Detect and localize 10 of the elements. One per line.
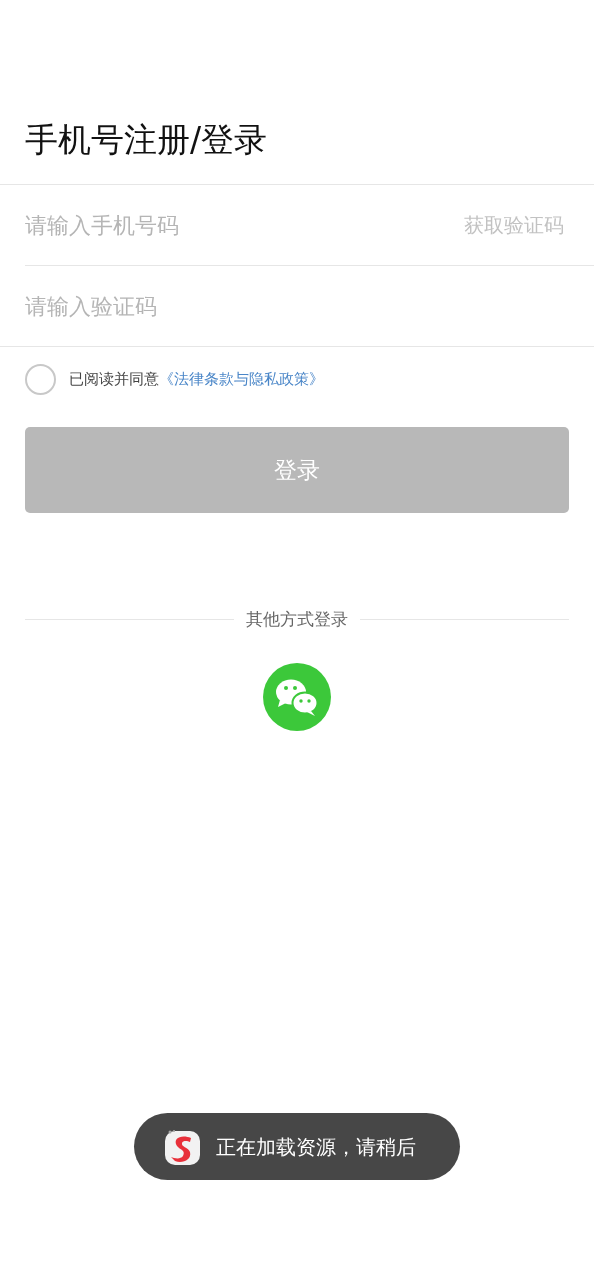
- page-title: 手机号注册/登录: [24, 119, 269, 161]
- wechat-login-icon[interactable]: [263, 662, 331, 731]
- terms-link[interactable]: 《法律条款与隐私政策》: [159, 369, 324, 388]
- phone-input-field[interactable]: 请输入手机号码: [25, 208, 464, 242]
- app-logo-icon: [164, 1127, 202, 1166]
- code-input-field[interactable]: 请输入验证码: [25, 289, 569, 323]
- other-login-label: 其他方式登录: [246, 608, 348, 631]
- agreement-text: 已阅读并同意: [69, 369, 159, 388]
- agreement-checkbox[interactable]: [25, 363, 56, 395]
- toast-message: 正在加载资源，请稍后: [216, 1133, 416, 1161]
